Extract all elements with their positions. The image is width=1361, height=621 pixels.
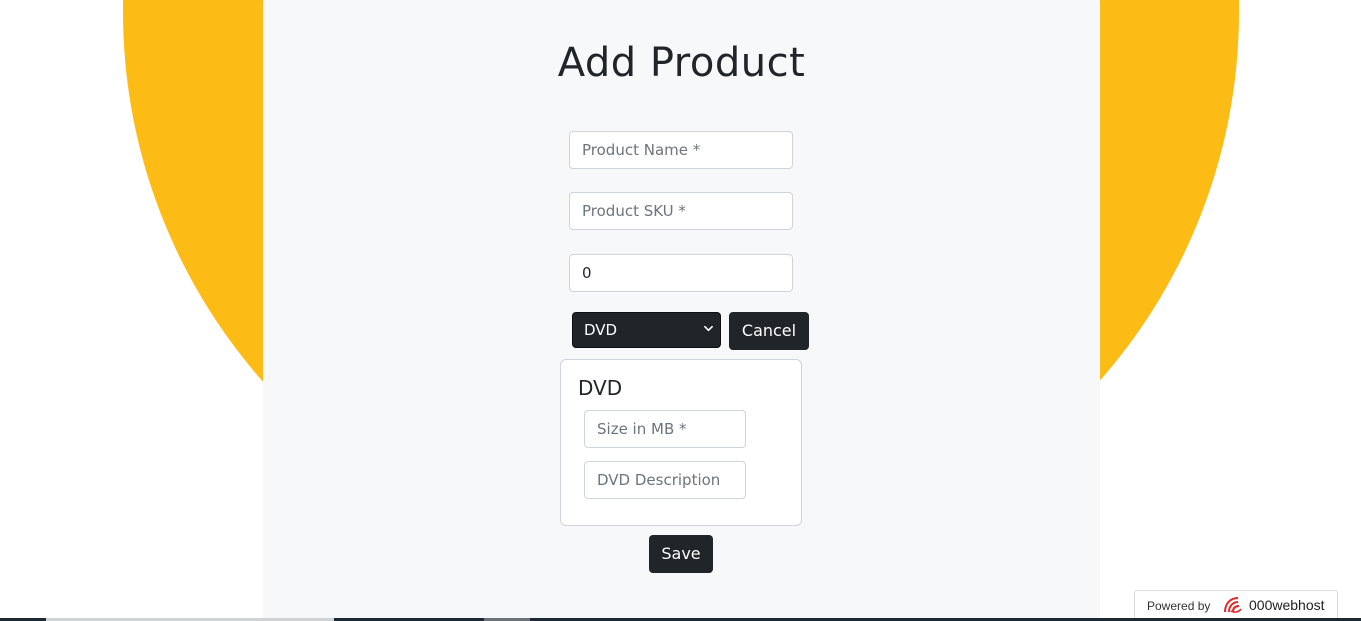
powered-by-label: Powered by	[1147, 599, 1211, 613]
page: Add Product DVD Cancel DVD Save Powered …	[0, 0, 1361, 621]
dvd-section-title: DVD	[578, 376, 623, 400]
dvd-description-input[interactable]	[584, 461, 746, 499]
product-price-input[interactable]	[569, 254, 793, 292]
chevron-down-icon	[704, 325, 713, 332]
save-button[interactable]: Save	[649, 535, 713, 573]
000webhost-logo-icon	[1224, 597, 1242, 613]
powered-by-brand: 000webhost	[1249, 597, 1325, 613]
product-type-selected-value: DVD	[584, 321, 618, 339]
dvd-size-input[interactable]	[584, 410, 746, 448]
product-sku-input[interactable]	[569, 192, 793, 230]
product-form-card: Add Product DVD Cancel DVD Save	[263, 0, 1100, 621]
powered-by-badge[interactable]: Powered by 000webhost	[1134, 590, 1338, 620]
product-type-select[interactable]: DVD	[572, 312, 721, 348]
page-title: Add Product	[557, 40, 806, 86]
product-name-input[interactable]	[569, 131, 793, 169]
dvd-attributes-panel: DVD	[560, 359, 802, 526]
cancel-button[interactable]: Cancel	[729, 312, 809, 350]
